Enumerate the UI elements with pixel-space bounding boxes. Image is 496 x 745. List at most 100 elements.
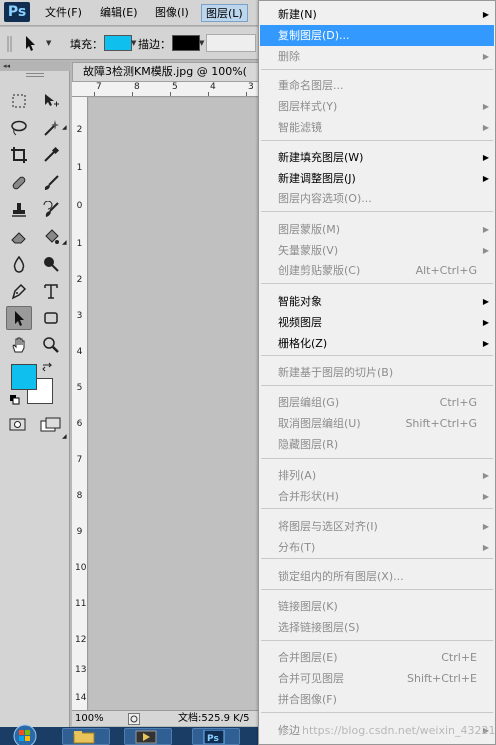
swap-colors-icon[interactable] bbox=[41, 361, 55, 373]
menu-item-label: 复制图层(D)... bbox=[278, 29, 350, 42]
menu-item-label: 取消图层编组(U) bbox=[278, 417, 361, 430]
menu-item[interactable]: 排列(A) ▶ bbox=[260, 465, 494, 486]
ruler-label: 10 bbox=[75, 563, 87, 573]
menu-item-shortcut: Ctrl+E bbox=[441, 651, 477, 664]
menu-item[interactable]: 矢量蒙版(V) ▶ bbox=[260, 240, 494, 261]
zoom-level[interactable]: 100% bbox=[75, 711, 104, 726]
menu-item[interactable]: 合并可见图层 Shift+Ctrl+E bbox=[260, 668, 494, 689]
fill-color-swatch[interactable] bbox=[104, 35, 132, 51]
menu-item-label: 选择链接图层(S) bbox=[278, 621, 360, 634]
submenu-arrow-icon: ▶ bbox=[482, 102, 489, 111]
fill-dropdown-icon[interactable]: ▼ bbox=[131, 39, 136, 47]
menu-item[interactable]: 锁定组内的所有图层(X)... bbox=[260, 566, 494, 587]
menu-item[interactable]: 新建基于图层的切片(B) bbox=[260, 362, 494, 383]
menu-item[interactable]: 合并形状(H) ▶ bbox=[260, 486, 494, 507]
tool-preset-dropdown-icon[interactable]: ▼ bbox=[46, 39, 51, 47]
paint-bucket-tool-icon[interactable] bbox=[38, 225, 64, 249]
stroke-dropdown-icon[interactable]: ▼ bbox=[199, 39, 204, 47]
taskbar-explorer-button[interactable] bbox=[62, 728, 110, 745]
menu-item[interactable]: 图层样式(Y) ▶ bbox=[260, 96, 494, 117]
ruler-number: 4 bbox=[210, 82, 216, 92]
start-button-icon[interactable] bbox=[8, 723, 42, 745]
menu-item[interactable]: 智能滤镜 ▶ bbox=[260, 117, 494, 138]
menu-item[interactable]: 新建调整图层(J) ▶ bbox=[260, 168, 494, 189]
lasso-tool-icon[interactable] bbox=[6, 116, 32, 140]
menu-item[interactable]: 将图层与选区对齐(I) ▶ bbox=[260, 516, 494, 537]
path-selection-tool-icon[interactable] bbox=[22, 34, 38, 52]
clone-stamp-tool-icon[interactable] bbox=[6, 198, 32, 222]
menu-item[interactable]: 隐藏图层(R) bbox=[260, 434, 494, 455]
hand-tool-icon[interactable] bbox=[6, 333, 32, 357]
dodge-tool-icon[interactable] bbox=[38, 252, 64, 276]
menu-item[interactable]: 链接图层(K) bbox=[260, 596, 494, 617]
menu-item[interactable]: 复制图层(D)... bbox=[260, 25, 494, 46]
menu-item[interactable]: 视频图层 ▶ bbox=[260, 312, 494, 333]
menu-item[interactable]: 拼合图像(F) bbox=[260, 689, 494, 710]
menu-item[interactable]: 图层编组(G) Ctrl+G bbox=[260, 392, 494, 413]
menu-edit[interactable]: 编辑(E) bbox=[96, 4, 142, 22]
menu-item-label: 新建调整图层(J) bbox=[278, 172, 356, 185]
menu-item[interactable]: 分布(T) ▶ bbox=[260, 537, 494, 558]
toolbox-panel: ◂◂ ◢ ◢ ◢ bbox=[0, 61, 70, 745]
taskbar-photoshop-button[interactable]: Ps bbox=[192, 728, 240, 745]
menu-item[interactable]: 取消图层编组(U) Shift+Ctrl+G bbox=[260, 413, 494, 434]
menu-separator bbox=[261, 589, 493, 590]
screen-mode-icon[interactable] bbox=[40, 417, 62, 433]
path-selection-tool-button[interactable] bbox=[6, 306, 32, 330]
stroke-width-field[interactable] bbox=[206, 34, 256, 52]
menu-layer[interactable]: 图层(L) bbox=[201, 4, 248, 22]
menu-item-shortcut: Alt+Ctrl+G bbox=[415, 264, 477, 277]
menu-item[interactable]: 选择链接图层(S) bbox=[260, 617, 494, 638]
ruler-label: 13 bbox=[75, 665, 87, 675]
blur-tool-icon[interactable] bbox=[6, 252, 32, 276]
eraser-tool-icon[interactable] bbox=[6, 225, 32, 249]
magic-wand-tool-icon[interactable] bbox=[38, 116, 64, 140]
toolbox-grip[interactable] bbox=[26, 73, 44, 77]
move-tool-icon[interactable] bbox=[38, 89, 64, 113]
marquee-tool-icon[interactable] bbox=[6, 89, 32, 113]
menu-file[interactable]: 文件(F) bbox=[41, 4, 86, 22]
pen-tool-icon[interactable] bbox=[6, 279, 32, 303]
menu-item[interactable]: 图层内容选项(O)... bbox=[260, 188, 494, 209]
menu-item[interactable]: 新建(N) ▶ bbox=[260, 4, 494, 25]
menu-item[interactable]: 重命名图层... bbox=[260, 75, 494, 96]
brush-tool-icon[interactable] bbox=[38, 171, 64, 195]
menu-item[interactable]: 图层蒙版(M) ▶ bbox=[260, 219, 494, 240]
status-menu-icon[interactable] bbox=[128, 713, 140, 725]
rectangle-tool-icon[interactable] bbox=[38, 306, 64, 330]
menu-item[interactable]: 新建填充图层(W) ▶ bbox=[260, 147, 494, 168]
ruler-label: 3 bbox=[76, 311, 83, 321]
crop-tool-icon[interactable] bbox=[6, 143, 32, 167]
menu-item[interactable]: 删除 ▶ bbox=[260, 46, 494, 67]
healing-brush-tool-icon[interactable] bbox=[6, 171, 32, 195]
menu-item[interactable]: 合并图层(E) Ctrl+E bbox=[260, 647, 494, 668]
menu-item-label: 图层编组(G) bbox=[278, 396, 340, 409]
menu-separator bbox=[261, 558, 493, 559]
submenu-arrow-icon: ▶ bbox=[482, 471, 489, 480]
history-brush-tool-icon[interactable] bbox=[38, 198, 64, 222]
ruler-tick bbox=[208, 92, 209, 96]
type-tool-icon[interactable] bbox=[38, 279, 64, 303]
menu-item[interactable]: 创建剪贴蒙版(C) Alt+Ctrl+G bbox=[260, 260, 494, 281]
document-tab[interactable]: 故障3检测KM模版.jpg @ 100%( bbox=[72, 62, 262, 82]
menu-item[interactable]: 栅格化(Z) ▶ bbox=[260, 333, 494, 354]
menu-item-label: 重命名图层... bbox=[278, 79, 344, 92]
taskbar-media-button[interactable] bbox=[124, 728, 172, 745]
toolbox-collapse-button[interactable]: ◂◂ bbox=[0, 61, 70, 71]
ruler-label: 1 bbox=[76, 239, 83, 249]
zoom-tool-icon[interactable] bbox=[38, 333, 64, 357]
ruler-label: 2 bbox=[76, 125, 83, 135]
default-colors-icon[interactable] bbox=[9, 394, 21, 406]
menu-image[interactable]: 图像(I) bbox=[151, 4, 193, 22]
submenu-arrow-icon: ▶ bbox=[482, 543, 489, 552]
submenu-arrow-icon: ▶ bbox=[482, 52, 489, 61]
foreground-color-swatch[interactable] bbox=[11, 364, 37, 390]
document-canvas[interactable] bbox=[89, 98, 262, 710]
svg-text:Ps: Ps bbox=[207, 734, 219, 744]
ruler-tick bbox=[170, 92, 171, 96]
stroke-color-swatch[interactable] bbox=[172, 35, 200, 51]
eyedropper-tool-icon[interactable] bbox=[38, 143, 64, 167]
menu-item[interactable]: 智能对象 ▶ bbox=[260, 291, 494, 312]
quick-mask-icon[interactable] bbox=[9, 418, 27, 432]
ruler-number: 5 bbox=[172, 82, 178, 92]
